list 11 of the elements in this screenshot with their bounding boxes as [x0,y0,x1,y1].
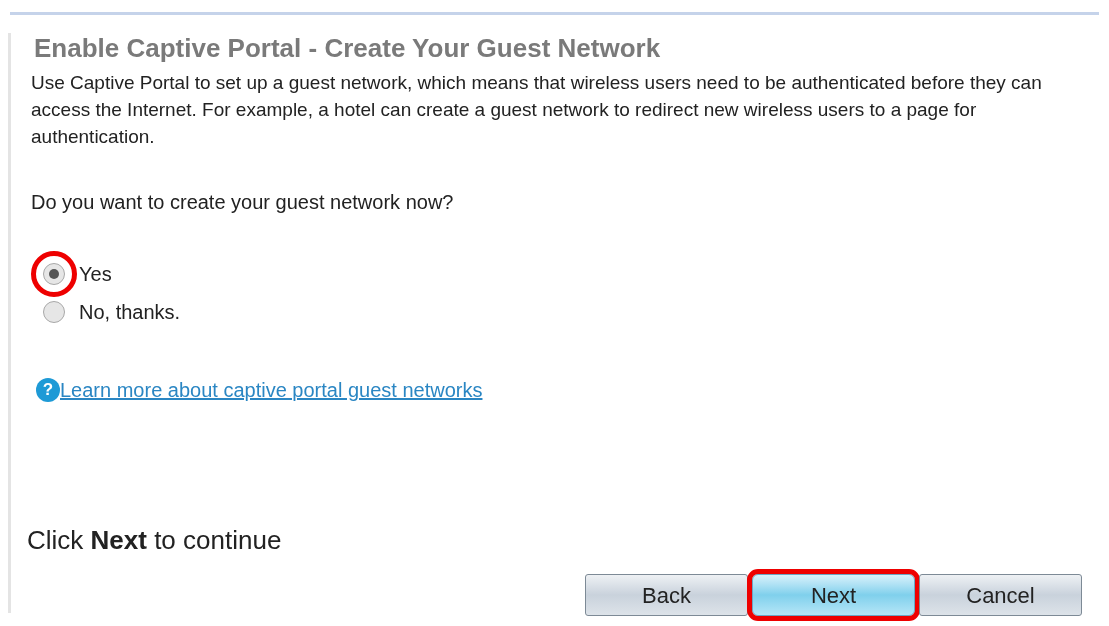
radio-button[interactable] [43,263,65,285]
wizard-button[interactable]: Cancel [919,574,1082,616]
instruction-text: Click Next to continue [27,524,283,557]
radio-button[interactable] [43,301,65,323]
help-link[interactable]: Learn more about captive portal guest networks [60,375,483,405]
option-label: No, thanks. [79,300,181,325]
description-paragraph: Use Captive Portal to set up a guest network, which means that wireless users need to be authenticated before they can access the Internet. For example, a hotel can create a guest network to redirect new wireless users to a page for authentication. [31,71,1043,149]
wizard-button[interactable]: Back [585,574,748,616]
question-text: Do you want to create your guest network now? [31,190,455,215]
page-title: Enable Captive Portal - Create Your Guest Network [33,33,662,63]
option-label: Yes [79,262,112,287]
